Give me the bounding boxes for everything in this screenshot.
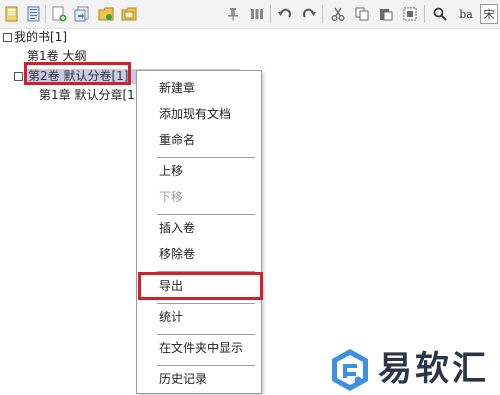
menu-item-remove-volume[interactable]: 移除卷	[137, 243, 261, 265]
menu-separator	[157, 334, 255, 335]
menu-separator	[157, 303, 255, 304]
toolbar: ba 宋	[0, 0, 500, 29]
select-all-icon[interactable]	[400, 4, 420, 24]
replace-button[interactable]: ba	[455, 4, 477, 24]
copy-icon[interactable]	[352, 4, 372, 24]
open-folder-icon[interactable]	[119, 4, 139, 24]
brand-hexagon-icon	[332, 349, 368, 391]
menu-item-show-in-folder[interactable]: 在文件夹中显示	[137, 337, 261, 359]
toolbar-separator	[424, 5, 425, 23]
new-volume-icon[interactable]	[96, 4, 116, 24]
menu-separator	[157, 157, 255, 158]
tree-checkbox-volume[interactable]	[14, 72, 23, 81]
highlight-box-volume	[24, 62, 131, 85]
tree-node-book[interactable]: 我的书[1]	[14, 29, 67, 45]
tree-checkbox-root[interactable]	[3, 33, 12, 42]
paste-icon[interactable]	[376, 4, 396, 24]
menu-item-add-document[interactable]: 添加现有文档	[137, 103, 261, 125]
brand-text: 易软汇	[378, 349, 489, 389]
cut-icon[interactable]	[328, 4, 348, 24]
undo-icon[interactable]	[275, 4, 295, 24]
menu-separator	[157, 214, 255, 215]
import-document-icon[interactable]	[72, 4, 92, 24]
menu-item-statistics[interactable]: 统计	[137, 306, 261, 328]
menu-item-history[interactable]: 历史记录	[137, 368, 261, 390]
redo-icon[interactable]	[299, 4, 319, 24]
context-menu: 新建章 添加现有文档 重命名 上移 下移 插入卷 移除卷 导出 统计 在文件夹中…	[136, 70, 262, 394]
open-book-icon[interactable]	[24, 4, 44, 24]
new-book-icon[interactable]	[2, 4, 22, 24]
new-chapter-icon[interactable]	[49, 4, 69, 24]
menu-item-new-chapter[interactable]: 新建章	[137, 77, 261, 99]
menu-item-move-down: 下移	[159, 190, 184, 204]
menu-item-insert-volume[interactable]: 插入卷	[137, 217, 261, 239]
menu-item-rename[interactable]: 重命名	[137, 129, 261, 151]
columns-icon[interactable]	[247, 4, 267, 24]
menu-item-move-up[interactable]: 上移	[137, 160, 261, 182]
toolbar-separator	[270, 5, 271, 23]
search-icon[interactable]	[430, 4, 450, 24]
font-format-button[interactable]: 宋	[480, 4, 498, 24]
tree-node-chapter[interactable]: 第1章 默认分章[1]	[39, 87, 139, 103]
highlight-box-export	[138, 272, 263, 300]
menu-separator	[157, 365, 255, 366]
toolbar-separator	[322, 5, 323, 23]
pin-icon[interactable]	[223, 4, 243, 24]
toolbar-separator	[45, 5, 46, 23]
watermark-logo: 易软汇	[328, 347, 498, 393]
